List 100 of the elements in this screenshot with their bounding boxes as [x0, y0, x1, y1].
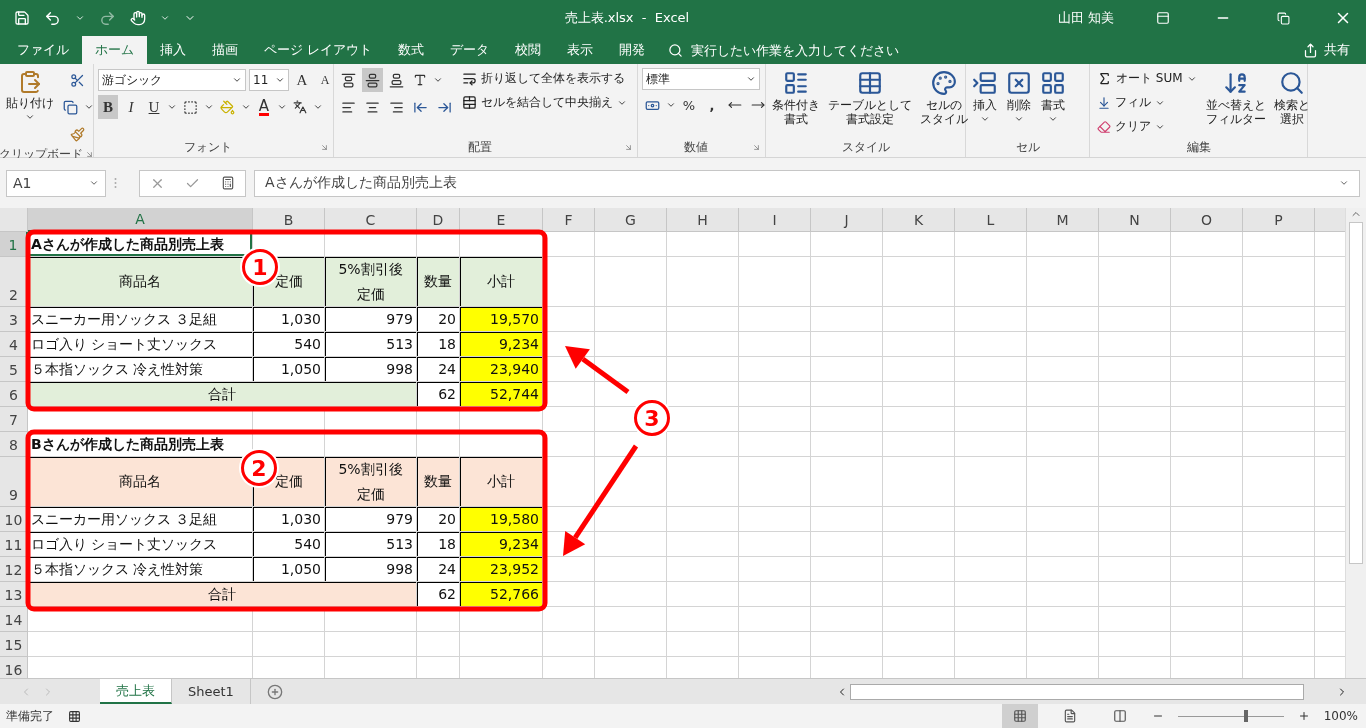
menu-tab[interactable]: 描画 [199, 36, 251, 64]
table-cell: 62 [417, 382, 460, 407]
find-select-button[interactable]: 検索と 選択 [1271, 68, 1312, 137]
format-as-table-button[interactable]: テーブルとして 書式設定 [826, 68, 914, 137]
paste-button[interactable]: 貼り付け [4, 68, 56, 146]
grid-cell [811, 382, 883, 407]
number-format-field[interactable]: 標準 [642, 68, 760, 90]
undo-icon[interactable] [44, 9, 61, 27]
menu-tab[interactable]: 挿入 [147, 36, 199, 64]
column-header[interactable]: M [1027, 208, 1099, 232]
launcher-icon[interactable] [85, 150, 94, 159]
font-color-button[interactable]: A [254, 95, 274, 119]
row-header[interactable]: 15 [0, 632, 28, 657]
view-icon[interactable] [1001, 704, 1038, 728]
column-header[interactable]: K [883, 208, 955, 232]
shrink-font-button[interactable]: A [315, 68, 335, 92]
grid-cell [955, 382, 1027, 407]
grow-font-button[interactable]: A [292, 68, 312, 92]
name-box[interactable]: A1 [6, 169, 106, 197]
zoom-slider-thumb[interactable] [1243, 709, 1248, 722]
sort-filter-button[interactable]: 並べ替えと フィルター [1203, 68, 1268, 137]
launcher-icon[interactable] [752, 142, 761, 152]
menu-tab[interactable]: ファイル [4, 36, 82, 64]
row-header[interactable]: 3 [0, 307, 28, 332]
sheet-tab[interactable]: 売上表 [100, 679, 172, 704]
column-header[interactable]: H [667, 208, 739, 232]
column-header[interactable]: L [955, 208, 1027, 232]
menu-tab[interactable]: ホーム [82, 36, 147, 64]
underline-button[interactable]: U [144, 95, 164, 119]
row-header[interactable]: 16 [0, 657, 28, 678]
row-header[interactable]: 10 [0, 507, 28, 532]
row-header[interactable]: 11 [0, 532, 28, 557]
zoom-in-icon[interactable] [1297, 710, 1310, 722]
font-name-field[interactable]: 游ゴシック [98, 69, 246, 91]
caret-icon [980, 114, 990, 124]
formula-field[interactable]: Aさんが作成した商品別売上表 [254, 169, 1360, 197]
row-header[interactable]: 7 [0, 407, 28, 432]
menu-tab[interactable]: 表示 [554, 36, 607, 64]
launcher-icon[interactable] [624, 142, 633, 152]
menu-tab[interactable]: 数式 [385, 36, 438, 64]
clear-button[interactable]: クリア [1094, 116, 1200, 137]
group-label: セル [1014, 138, 1041, 156]
menu-tab[interactable]: 校閲 [502, 36, 555, 64]
column-header[interactable]: A [28, 208, 253, 232]
fill-button[interactable]: フィル [1094, 92, 1200, 113]
column-header[interactable]: D [417, 208, 460, 232]
column-header[interactable]: N [1099, 208, 1171, 232]
row-header[interactable]: 4 [0, 332, 28, 357]
merge-center-button[interactable]: セルを結合して中央揃え [459, 92, 630, 113]
cell-styles-button[interactable]: セルの スタイル [918, 68, 970, 137]
scroll-thumb[interactable] [1349, 222, 1363, 564]
column-header[interactable]: E [460, 208, 543, 232]
row-header[interactable]: 1 [0, 232, 28, 257]
bold-button[interactable]: B [98, 95, 118, 119]
column-header[interactable]: C [325, 208, 417, 232]
grid-cell [739, 357, 811, 382]
grid-cell [955, 357, 1027, 382]
caret-icon [1339, 178, 1349, 188]
grid-cell [811, 407, 883, 432]
menu-tab[interactable]: 開発 [606, 36, 659, 64]
column-header-cell: 数量 [417, 257, 460, 307]
column-header[interactable]: P [1243, 208, 1315, 232]
column-header[interactable]: B [253, 208, 325, 232]
column-header[interactable]: F [543, 208, 595, 232]
row-header[interactable]: 5 [0, 357, 28, 382]
menu-tab[interactable]: データ [437, 36, 503, 64]
row-header[interactable]: 13 [0, 582, 28, 607]
comma-button[interactable]: , [702, 93, 722, 117]
column-header[interactable]: O [1171, 208, 1243, 232]
column-header[interactable]: G [595, 208, 667, 232]
share-button[interactable]: 共有 [1297, 36, 1356, 64]
column-header[interactable]: J [811, 208, 883, 232]
menu-tab[interactable]: ページ レイアウト [251, 36, 386, 64]
row-header[interactable]: 9 [0, 457, 28, 507]
format-button[interactable]: 書式 [1038, 68, 1068, 137]
hand-icon[interactable] [130, 10, 146, 26]
italic-button[interactable]: I [121, 95, 141, 119]
font-size-field[interactable]: 11 [249, 69, 289, 91]
grid-cell [1171, 232, 1243, 257]
launcher-icon[interactable] [320, 142, 329, 152]
delete-button[interactable]: 削除 [1004, 68, 1034, 137]
grid-cell [955, 307, 1027, 332]
autosum-button[interactable]: オート SUM [1094, 68, 1200, 89]
insert-button[interactable]: 挿入 [970, 68, 1000, 137]
redo-icon[interactable] [99, 9, 116, 27]
row-header[interactable]: 8 [0, 432, 28, 457]
row-header[interactable]: 2 [0, 257, 28, 307]
grid-cell [595, 507, 667, 532]
row-header[interactable]: 12 [0, 557, 28, 582]
scroll-thumb[interactable] [850, 683, 1304, 700]
wrap-text-button[interactable]: 折り返して全体を表示する [459, 68, 630, 89]
conditional-format-button[interactable]: 条件付き 書式 [770, 68, 822, 137]
row-header[interactable]: 6 [0, 382, 28, 407]
tell-me-field[interactable]: 実行したい作業を入力してください [689, 41, 954, 59]
percent-button[interactable]: % [679, 93, 699, 117]
vertical-align-icon[interactable] [362, 68, 383, 92]
save-icon[interactable] [14, 10, 30, 26]
column-header[interactable]: I [739, 208, 811, 232]
row-header[interactable]: 14 [0, 607, 28, 632]
grid-cell [1027, 357, 1099, 382]
